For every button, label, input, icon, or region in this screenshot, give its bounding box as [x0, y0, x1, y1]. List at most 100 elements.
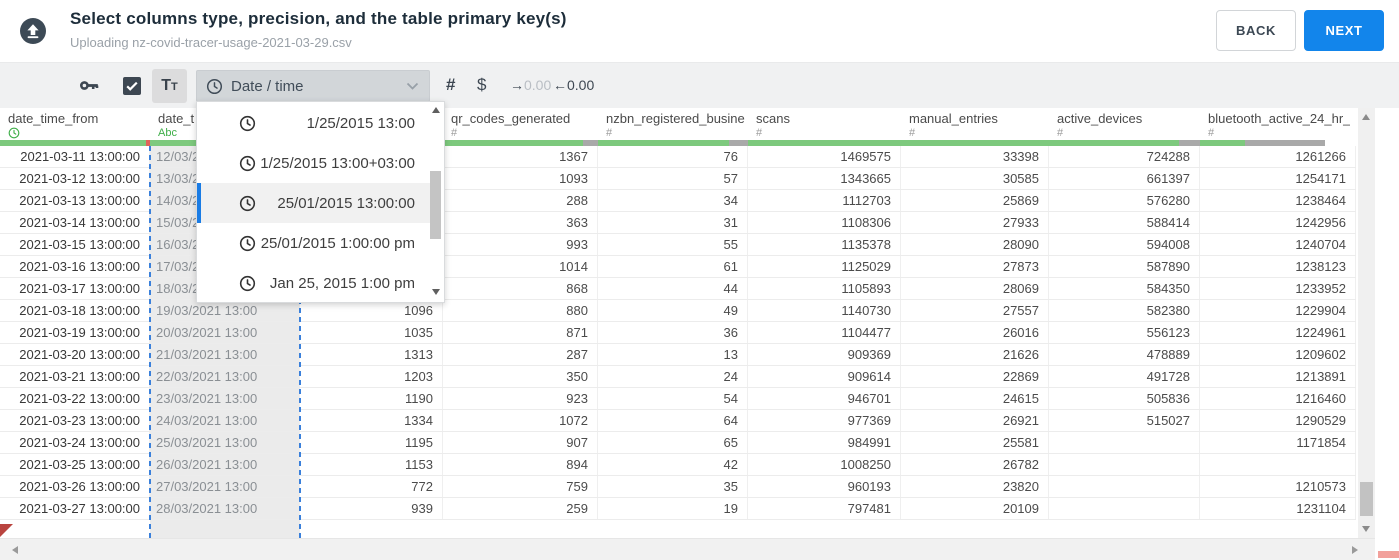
precision-increase-button[interactable]: →0.00: [510, 77, 551, 93]
table-cell[interactable]: 1261266: [1200, 146, 1356, 167]
table-cell[interactable]: 977369: [748, 410, 901, 431]
table-cell[interactable]: 515027: [1049, 410, 1200, 431]
table-cell[interactable]: 1216460: [1200, 388, 1356, 409]
table-cell[interactable]: 909369: [748, 344, 901, 365]
column-header-date_time_from[interactable]: date_time_from: [0, 108, 150, 146]
table-cell[interactable]: 23820: [901, 476, 1049, 497]
dropdown-scrollbar[interactable]: [429, 104, 442, 298]
table-cell[interactable]: 1343665: [748, 168, 901, 189]
table-cell[interactable]: 2021-03-27 13:00:00: [0, 498, 150, 519]
table-cell[interactable]: 2021-03-22 13:00:00: [0, 388, 150, 409]
table-cell[interactable]: 1334: [300, 410, 443, 431]
dropdown-scroll-down-icon[interactable]: [431, 289, 440, 295]
table-cell[interactable]: 61: [598, 256, 748, 277]
table-cell[interactable]: 21626: [901, 344, 1049, 365]
table-cell[interactable]: 556123: [1049, 322, 1200, 343]
table-cell[interactable]: 28/03/2021 13:00: [150, 498, 300, 519]
date-format-option[interactable]: 1/25/2015 13:00+03:00: [197, 143, 430, 183]
table-cell[interactable]: 2021-03-15 13:00:00: [0, 234, 150, 255]
horizontal-scrollbar[interactable]: [0, 538, 1375, 560]
scroll-left-arrow-icon[interactable]: [12, 546, 18, 554]
table-cell[interactable]: 288: [443, 190, 598, 211]
table-cell[interactable]: 1224961: [1200, 322, 1356, 343]
table-cell[interactable]: 64: [598, 410, 748, 431]
table-cell[interactable]: 34: [598, 190, 748, 211]
table-cell[interactable]: 871: [443, 322, 598, 343]
table-cell[interactable]: 27933: [901, 212, 1049, 233]
table-cell[interactable]: 907: [443, 432, 598, 453]
column-header-qr_codes_generated[interactable]: qr_codes_generated #: [443, 108, 598, 146]
table-cell[interactable]: 2021-03-18 13:00:00: [0, 300, 150, 321]
table-cell[interactable]: 960193: [748, 476, 901, 497]
table-cell[interactable]: 363: [443, 212, 598, 233]
table-cell[interactable]: 2021-03-12 13:00:00: [0, 168, 150, 189]
table-cell[interactable]: 1213891: [1200, 366, 1356, 387]
table-cell[interactable]: 880: [443, 300, 598, 321]
table-cell[interactable]: 2021-03-21 13:00:00: [0, 366, 150, 387]
table-cell[interactable]: 909614: [748, 366, 901, 387]
scroll-right-arrow-icon[interactable]: [1352, 546, 1358, 554]
table-cell[interactable]: 26782: [901, 454, 1049, 475]
table-cell[interactable]: 1290529: [1200, 410, 1356, 431]
precision-decrease-button[interactable]: ←0.00: [553, 77, 594, 93]
column-header-bluetooth_active_24_hr_[interactable]: bluetooth_active_24_hr_ #: [1200, 108, 1356, 146]
table-cell[interactable]: 28090: [901, 234, 1049, 255]
table-cell[interactable]: 576280: [1049, 190, 1200, 211]
table-cell[interactable]: 1469575: [748, 146, 901, 167]
table-cell[interactable]: 797481: [748, 498, 901, 519]
table-cell[interactable]: 661397: [1049, 168, 1200, 189]
column-header-active_devices[interactable]: active_devices #: [1049, 108, 1200, 146]
table-cell[interactable]: 2021-03-13 13:00:00: [0, 190, 150, 211]
date-format-option[interactable]: 25/01/2015 1:00:00 pm: [197, 223, 430, 263]
back-button[interactable]: BACK: [1216, 10, 1296, 51]
column-header-nzbn_registered_busine[interactable]: nzbn_registered_busine #: [598, 108, 748, 146]
table-cell[interactable]: 1210573: [1200, 476, 1356, 497]
table-cell[interactable]: 491728: [1049, 366, 1200, 387]
table-cell[interactable]: 1233952: [1200, 278, 1356, 299]
table-cell[interactable]: 25581: [901, 432, 1049, 453]
table-cell[interactable]: 588414: [1049, 212, 1200, 233]
table-cell[interactable]: 2021-03-26 13:00:00: [0, 476, 150, 497]
table-cell[interactable]: 55: [598, 234, 748, 255]
table-cell[interactable]: 287: [443, 344, 598, 365]
table-cell[interactable]: 2021-03-19 13:00:00: [0, 322, 150, 343]
table-cell[interactable]: 19/03/2021 13:00: [150, 300, 300, 321]
table-cell[interactable]: 1105893: [748, 278, 901, 299]
table-cell[interactable]: 350: [443, 366, 598, 387]
table-cell[interactable]: 1140730: [748, 300, 901, 321]
table-cell[interactable]: [1049, 432, 1200, 453]
scroll-up-arrow-icon[interactable]: [1362, 114, 1370, 120]
table-cell[interactable]: 65: [598, 432, 748, 453]
table-cell[interactable]: 1112703: [748, 190, 901, 211]
vertical-scroll-thumb[interactable]: [1360, 482, 1373, 516]
table-cell[interactable]: 2021-03-14 13:00:00: [0, 212, 150, 233]
table-cell[interactable]: 19: [598, 498, 748, 519]
table-cell[interactable]: 1238123: [1200, 256, 1356, 277]
table-cell[interactable]: 25/03/2021 13:00: [150, 432, 300, 453]
table-cell[interactable]: 2021-03-16 13:00:00: [0, 256, 150, 277]
table-cell[interactable]: 25869: [901, 190, 1049, 211]
table-cell[interactable]: 894: [443, 454, 598, 475]
number-type-icon[interactable]: #: [446, 75, 455, 95]
table-cell[interactable]: 1231104: [1200, 498, 1356, 519]
table-cell[interactable]: 478889: [1049, 344, 1200, 365]
table-cell[interactable]: 724288: [1049, 146, 1200, 167]
table-cell[interactable]: 1209602: [1200, 344, 1356, 365]
table-cell[interactable]: 939: [300, 498, 443, 519]
table-cell[interactable]: 759: [443, 476, 598, 497]
table-cell[interactable]: 1014: [443, 256, 598, 277]
table-cell[interactable]: 1190: [300, 388, 443, 409]
vertical-scrollbar[interactable]: [1358, 108, 1375, 538]
table-cell[interactable]: 22/03/2021 13:00: [150, 366, 300, 387]
checkbox-checked-icon[interactable]: [123, 77, 141, 95]
table-cell[interactable]: 26016: [901, 322, 1049, 343]
next-button[interactable]: NEXT: [1304, 10, 1384, 51]
table-cell[interactable]: 1093: [443, 168, 598, 189]
table-cell[interactable]: 1229904: [1200, 300, 1356, 321]
table-cell[interactable]: [1049, 498, 1200, 519]
table-cell[interactable]: 21/03/2021 13:00: [150, 344, 300, 365]
table-cell[interactable]: 2021-03-23 13:00:00: [0, 410, 150, 431]
table-cell[interactable]: 2021-03-17 13:00:00: [0, 278, 150, 299]
table-cell[interactable]: 22869: [901, 366, 1049, 387]
table-cell[interactable]: 587890: [1049, 256, 1200, 277]
